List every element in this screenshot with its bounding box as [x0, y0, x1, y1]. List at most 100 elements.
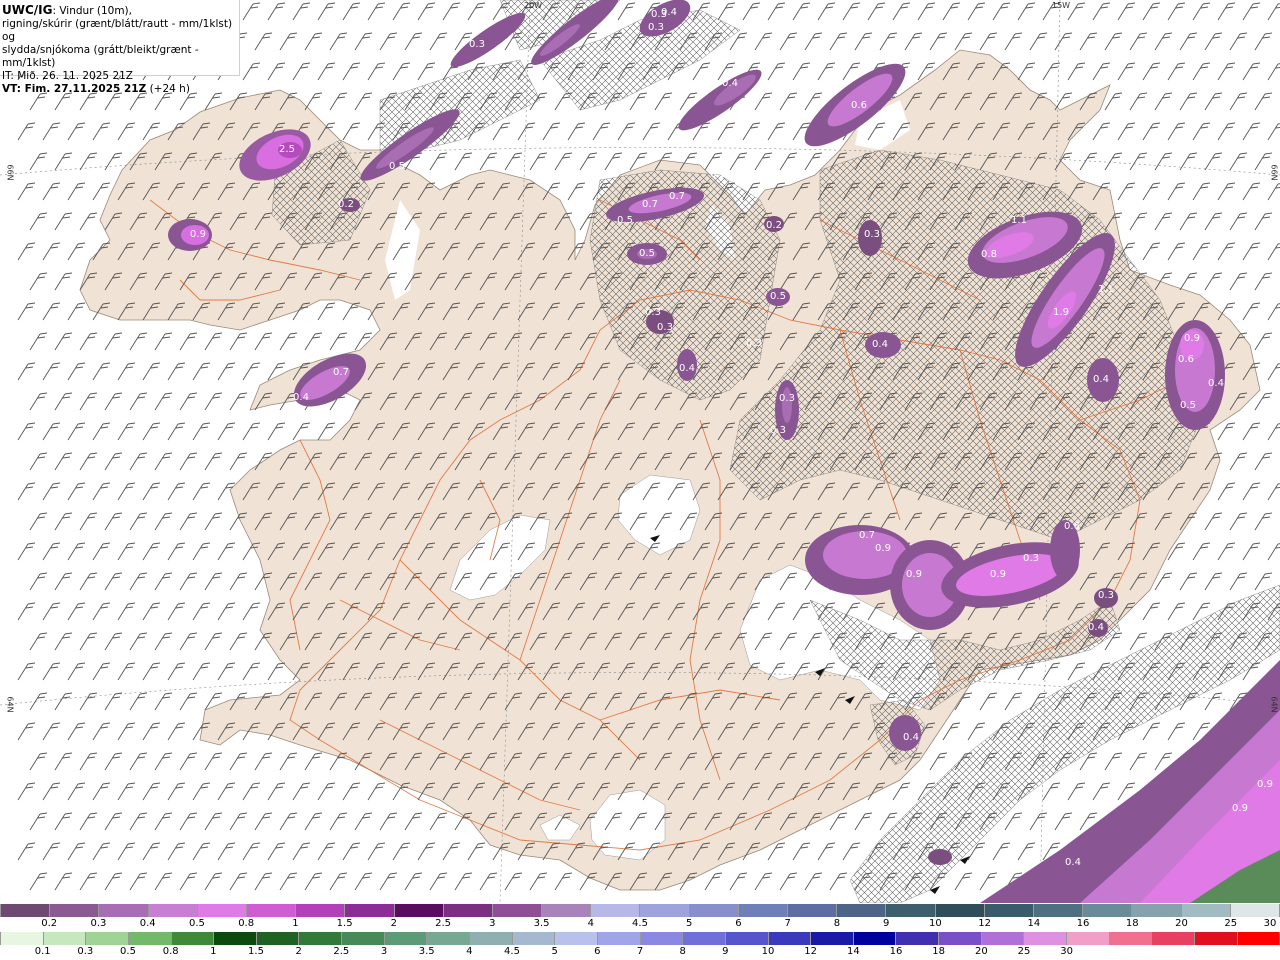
legend-tick-label: 0.2: [41, 918, 58, 929]
precip-value-label: 0.7: [669, 191, 685, 202]
legend-tick-label: 2: [295, 946, 302, 957]
precip-value-label: 0.3: [779, 393, 795, 404]
precip-value-label: 0.3: [657, 322, 673, 333]
precip-value-label: 0.5: [770, 291, 786, 302]
legend-swatch: [256, 932, 300, 945]
legend-swatch: [1024, 932, 1068, 945]
legend-swatch: [1194, 932, 1238, 945]
legend-swatch: [345, 904, 395, 917]
precip-value-label: 0.2: [766, 220, 782, 231]
legend-tick-label: 5: [551, 946, 558, 957]
legend-tick-label: 2.5: [333, 946, 350, 957]
precip-value-label: 0.3: [1098, 590, 1114, 601]
legend-tick-label: 4: [587, 918, 594, 929]
legend-tick-label: 6: [735, 918, 742, 929]
legend-swatch: [896, 932, 940, 945]
legend-tick-label: 5: [686, 918, 693, 929]
precip-value-label: 0.5: [389, 161, 405, 172]
lat-label-64n-right: 64N: [1269, 696, 1279, 713]
legend-swatch: [246, 904, 297, 917]
legend-swatch: [788, 904, 838, 917]
legend-swatch: [886, 904, 936, 917]
precip-value-label: 0.9: [1232, 803, 1248, 814]
legend-tick-label: 9: [722, 946, 729, 957]
lat-label-64n-left: 64N: [5, 696, 15, 713]
legend-tick-label: 18: [932, 946, 946, 957]
precip-value-label: 0.4: [903, 732, 919, 743]
legend-swatch: [768, 932, 812, 945]
legend-tick-label: 12: [804, 946, 818, 957]
precip-value-label: 0.6: [1064, 521, 1080, 532]
precip-value-label: 0.3: [1023, 553, 1039, 564]
legend-tick-label: 10: [929, 918, 942, 929]
legend-swatch: [1067, 932, 1110, 945]
legend-tick-label: 1: [210, 946, 217, 957]
legend-swatch: [935, 904, 985, 917]
legend-tick-label: 25: [1224, 918, 1238, 929]
legend-tick-label: 0.8: [162, 946, 179, 957]
legend-tick-label: 30: [1060, 946, 1074, 957]
legend-tick-label: 0.3: [77, 946, 94, 957]
info-line-3: slydda/snjókoma (grátt/bleikt/grænt - mm…: [2, 44, 199, 69]
legend-swatch: [214, 932, 257, 945]
precip-value-label: 0.3: [648, 22, 664, 33]
legend-swatch: [427, 932, 471, 945]
precip-value-label: 0.4: [1208, 378, 1224, 389]
precip-value-label: 0.4: [1065, 857, 1081, 868]
legend-swatch: [555, 932, 598, 945]
precip-value-label: 1.1: [1011, 215, 1027, 226]
legend-swatch: [99, 904, 149, 917]
legend-swatch: [148, 904, 198, 917]
legend-swatch: [1237, 932, 1280, 945]
legend-tick-label: 16: [889, 946, 903, 957]
legend-swatch: [296, 904, 346, 917]
legend-swatch: [0, 904, 51, 917]
legend-tick-label: 1: [292, 918, 299, 929]
legend-snow-row: [0, 904, 1280, 917]
legend-swatch: [738, 904, 788, 917]
legend-swatch: [1033, 904, 1084, 917]
legend-tick-label: 0.4: [139, 918, 156, 929]
init-time: IT: Mið. 26. 11. 2025 21Z: [2, 70, 133, 82]
legend-tick-label: 4: [466, 946, 473, 957]
precip-value-label: 0.3: [645, 307, 661, 318]
forecast-info-box: UWC/IG: Vindur (10m), rigning/skúrir (gr…: [0, 0, 240, 95]
legend-tick-label: 7: [636, 946, 644, 957]
info-line-1: : Vindur (10m),: [52, 5, 132, 17]
legend-swatch: [128, 932, 172, 945]
legend-swatch: [299, 932, 343, 945]
precip-value-label: 0.6: [1178, 354, 1194, 365]
legend-swatch: [1181, 904, 1231, 917]
legend-tick-label: 0.1: [34, 946, 51, 957]
legend-tick-label: 8: [679, 946, 686, 957]
legend-swatch: [1152, 932, 1195, 945]
legend-swatch: [725, 932, 769, 945]
legend-swatch: [981, 932, 1025, 945]
precip-value-label: 0.4: [661, 7, 677, 18]
legend-rain-row: [0, 932, 1280, 945]
legend-tick-label: 8: [833, 918, 841, 929]
legend-tick-label: 20: [974, 946, 988, 957]
legend-swatch: [1132, 904, 1182, 917]
legend-tick-label: 14: [846, 946, 860, 957]
legend-swatch: [640, 932, 684, 945]
legend-tick-label: 6: [594, 946, 601, 957]
precip-value-label: 0.3: [469, 39, 485, 50]
legend-swatch: [342, 932, 385, 945]
legend-tick-label: 4.5: [632, 918, 648, 929]
precip-value-label: 0.4: [722, 78, 738, 89]
info-line-2: rigning/skúrir (grænt/blátt/rautt - mm/1…: [2, 18, 233, 43]
precip-value-label: 0.7: [642, 199, 658, 210]
precip-value-label: 1.9: [1053, 307, 1069, 318]
precip-value-label: 0.3: [746, 338, 762, 349]
color-legend: 0.2 0.3 0.4 0.5 0.8 1 1.5 2 2.5 3 3.5 4 4.5 5 6 7 8 9 10 12…: [0, 903, 1280, 960]
precip-value-label: 0.5: [1180, 400, 1196, 411]
legend-swatch: [197, 904, 247, 917]
legend-swatch: [171, 932, 215, 945]
legend-swatch: [1230, 904, 1280, 917]
legend-tick-label: 12: [978, 918, 991, 929]
legend-swatch: [939, 932, 982, 945]
precip-value-label: 0.9: [1184, 333, 1200, 344]
precip-value-label: 0.4: [1093, 374, 1109, 385]
precip-value-label: 0.9: [1257, 779, 1273, 790]
